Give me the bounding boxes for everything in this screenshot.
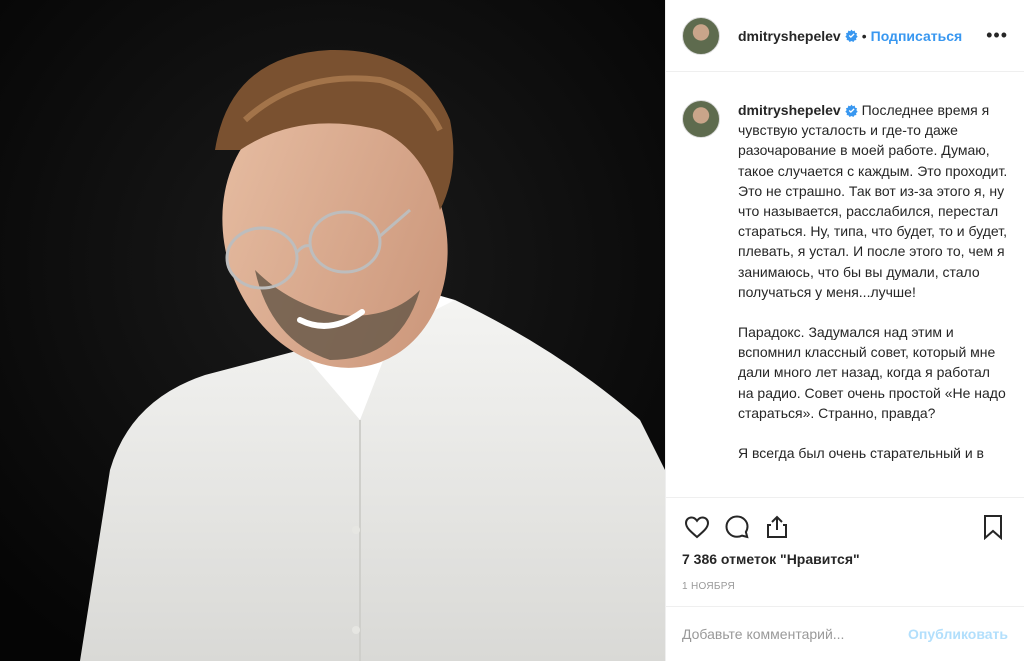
likes-count[interactable]: 7 386 отметок "Нравится"	[682, 551, 1008, 567]
bookmark-icon[interactable]	[978, 512, 1008, 542]
comment-input[interactable]	[682, 626, 909, 642]
publish-button[interactable]: Опубликовать	[908, 626, 1008, 642]
avatar[interactable]	[682, 16, 720, 55]
follow-button[interactable]: Подписаться	[871, 28, 963, 44]
caption-author-link[interactable]: dmitryshepelev	[738, 102, 841, 118]
heart-icon[interactable]	[682, 512, 712, 542]
verified-badge-icon	[845, 104, 858, 117]
caption-paragraph-3: Я всегда был очень старательный и в	[738, 445, 984, 462]
action-icons	[682, 512, 1008, 542]
more-options-icon[interactable]: •••	[986, 25, 1008, 46]
caption-text: dmitryshepelev Последнее время я чувству…	[738, 100, 1008, 463]
post-side-panel: dmitryshepelev • Подписаться ••• dmitrys…	[665, 0, 1024, 661]
share-icon[interactable]	[762, 512, 792, 542]
post-date[interactable]: 1 ноября	[682, 581, 1008, 592]
username-link[interactable]: dmitryshepelev	[738, 28, 841, 44]
comment-bubble-icon[interactable]	[722, 512, 752, 542]
caption-comment: dmitryshepelev Последнее время я чувству…	[666, 72, 1024, 463]
caption-avatar[interactable]	[682, 100, 720, 138]
caption-paragraph-1-text: Последнее время я чувствую усталость и г…	[738, 102, 1008, 300]
post-photo[interactable]	[0, 0, 665, 661]
caption-paragraph-1: dmitryshepelev Последнее время я чувству…	[738, 100, 1008, 302]
verified-badge-icon	[845, 29, 858, 42]
photo-illustration	[0, 0, 665, 661]
add-comment-form: Опубликовать	[666, 606, 1024, 661]
post-header: dmitryshepelev • Подписаться •••	[666, 0, 1024, 72]
separator-dot: •	[861, 27, 867, 44]
comments-list[interactable]: dmitryshepelev Последнее время я чувству…	[666, 72, 1024, 497]
caption-paragraph-2: Парадокс. Задумался над этим и вспомнил …	[738, 324, 1006, 421]
